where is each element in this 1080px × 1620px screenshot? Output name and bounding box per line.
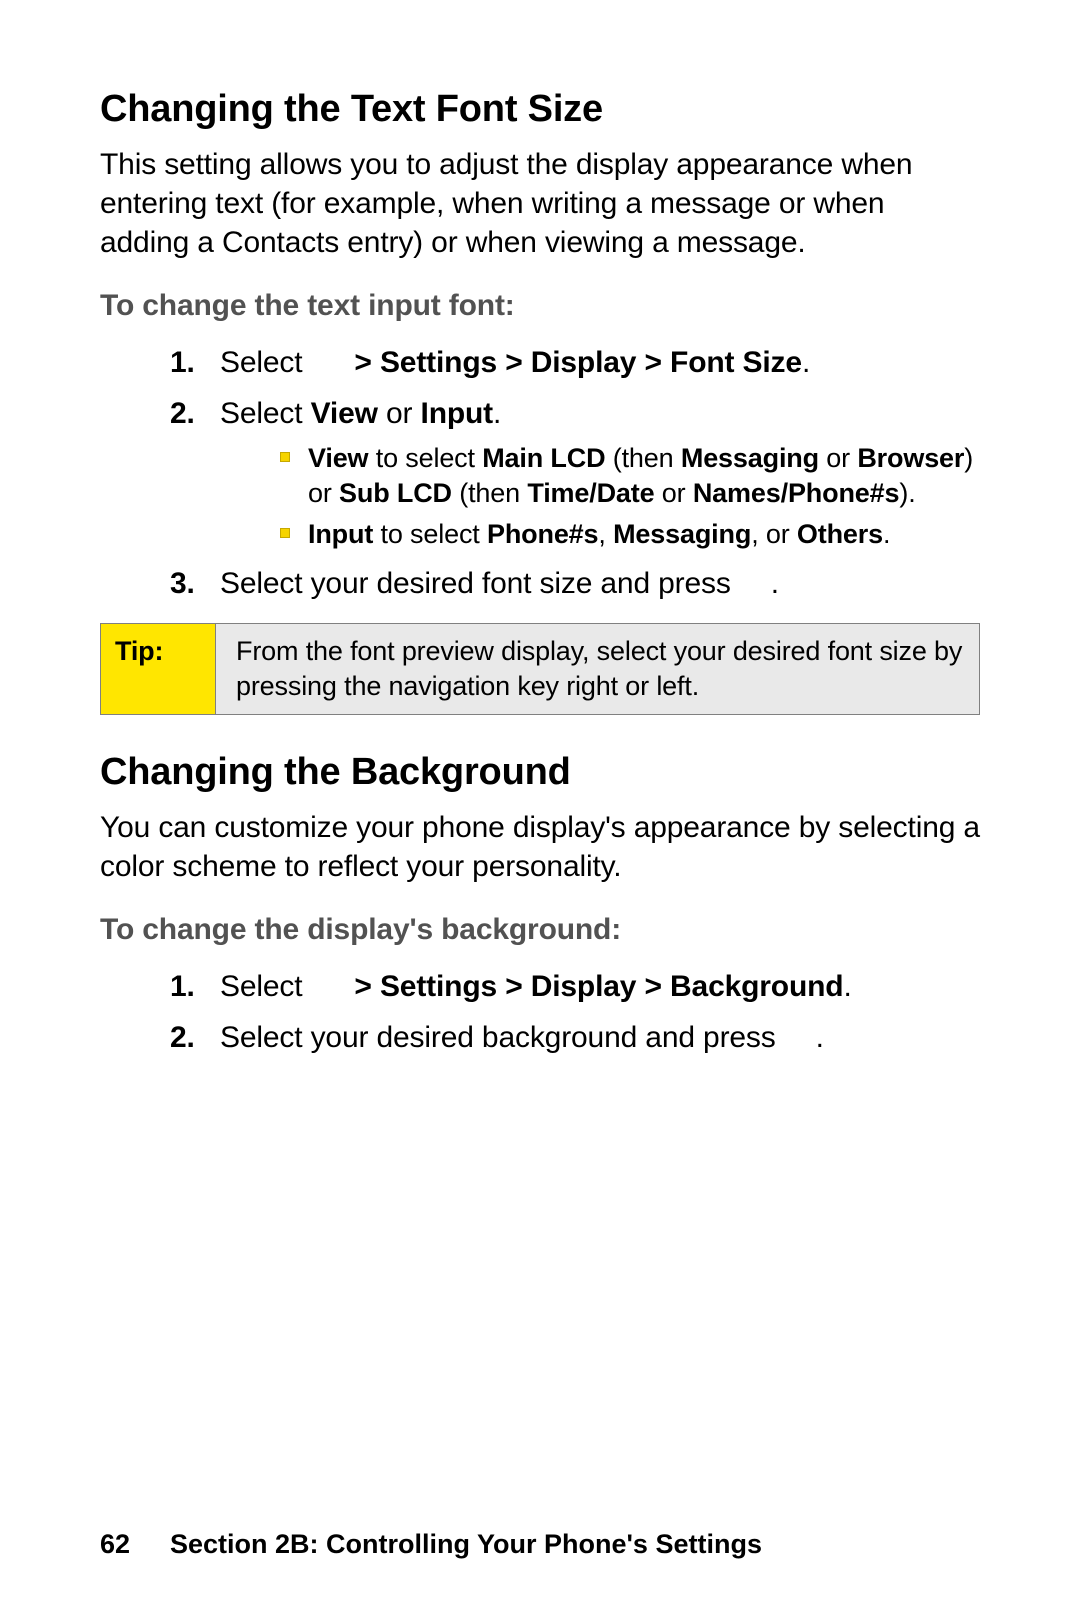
- option-input: Input: [421, 397, 494, 430]
- txt: ).: [899, 478, 915, 508]
- txt: or: [819, 443, 857, 473]
- step-text: Select: [220, 346, 302, 379]
- sub-bullets: View to select Main LCD (then Messaging …: [220, 441, 980, 552]
- step-2: Select your desired background and press…: [170, 1018, 980, 1057]
- steps-font: Select> Settings > Display > Font Size. …: [100, 343, 980, 603]
- punct: .: [771, 567, 779, 600]
- kw: Others: [797, 519, 883, 549]
- punct: .: [816, 1021, 824, 1054]
- page-footer: 62Section 2B: Controlling Your Phone's S…: [100, 1529, 762, 1560]
- subhead-background: To change the display's background:: [100, 910, 980, 949]
- step-1: Select > Settings > Display > Background.: [170, 967, 980, 1006]
- step-1: Select > Settings > Display > Font Size.: [170, 343, 980, 382]
- intro-background: You can customize your phone display's a…: [100, 808, 980, 886]
- txt: (then: [452, 478, 527, 508]
- txt: to select: [368, 443, 482, 473]
- option-view: View: [311, 397, 378, 430]
- txt: ,: [598, 519, 613, 549]
- step-text: Select: [220, 397, 311, 430]
- kw: Main LCD: [482, 443, 605, 473]
- txt: or: [654, 478, 692, 508]
- kw: View: [308, 443, 368, 473]
- menu-path: > Settings > Display > Font Size: [354, 346, 802, 379]
- step-2: Select View or Input. View to select Mai…: [170, 394, 980, 552]
- intro-font-size: This setting allows you to adjust the di…: [100, 145, 980, 262]
- tip-text: From the font preview display, select yo…: [216, 624, 980, 715]
- steps-background: Select > Settings > Display > Background.…: [100, 967, 980, 1057]
- punct: .: [802, 346, 810, 379]
- kw: Names/Phone#s: [693, 478, 900, 508]
- txt: , or: [751, 519, 797, 549]
- footer-text: Section 2B: Controlling Your Phone's Set…: [170, 1529, 762, 1559]
- step-3: Select your desired font size and press.: [170, 564, 980, 603]
- heading-font-size: Changing the Text Font Size: [100, 88, 980, 131]
- bullet-view: View to select Main LCD (then Messaging …: [280, 441, 980, 511]
- punct: .: [493, 397, 501, 430]
- kw: Phone#s: [487, 519, 598, 549]
- tip-box: Tip: From the font preview display, sele…: [100, 623, 980, 715]
- punct: .: [843, 970, 851, 1003]
- kw: Input: [308, 519, 373, 549]
- txt: or: [378, 397, 421, 430]
- bullet-input: Input to select Phone#s, Messaging, or O…: [280, 517, 980, 552]
- page-number: 62: [100, 1529, 170, 1560]
- kw: Messaging: [613, 519, 751, 549]
- txt: .: [883, 519, 890, 549]
- kw: Sub LCD: [339, 478, 452, 508]
- step-text: Select your desired background and press: [220, 1021, 776, 1054]
- menu-path: > Settings > Display > Background: [354, 970, 843, 1003]
- txt: to select: [373, 519, 487, 549]
- kw: Browser: [857, 443, 964, 473]
- tip-label: Tip:: [101, 624, 216, 715]
- txt: (then: [605, 443, 680, 473]
- page-content: Changing the Text Font Size This setting…: [100, 88, 980, 1057]
- step-text: Select: [220, 970, 302, 1003]
- heading-background: Changing the Background: [100, 751, 980, 794]
- step-text: Select your desired font size and press: [220, 567, 731, 600]
- manual-page: Changing the Text Font Size This setting…: [0, 0, 1080, 1620]
- kw: Messaging: [681, 443, 819, 473]
- subhead-font: To change the text input font:: [100, 286, 980, 325]
- kw: Time/Date: [527, 478, 654, 508]
